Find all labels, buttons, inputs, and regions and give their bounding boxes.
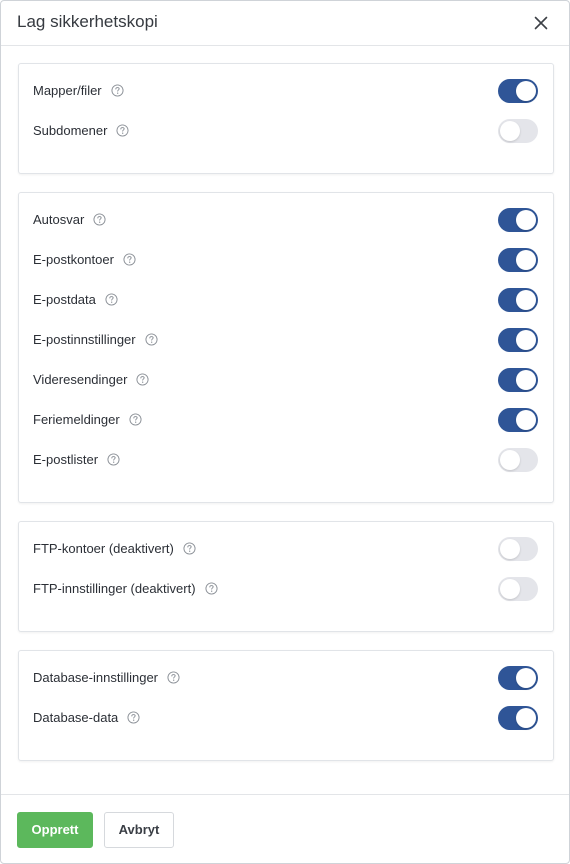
option-label-text: FTP-innstillinger (deaktivert) — [33, 581, 196, 596]
toggle-knob — [516, 250, 536, 270]
option-row: Videresendinger — [19, 366, 553, 394]
option-label-text: E-postinnstillinger — [33, 332, 136, 347]
option-label-text: Videresendinger — [33, 372, 128, 387]
option-row: Database-innstillinger — [19, 664, 553, 692]
option-label: Videresendinger — [33, 372, 149, 388]
option-label-text: Autosvar — [33, 212, 85, 227]
create-button[interactable]: Opprett — [17, 812, 93, 848]
option-row: FTP-innstillinger (deaktivert) — [19, 575, 553, 603]
help-icon[interactable] — [93, 213, 106, 226]
toggle-knob — [516, 81, 536, 101]
toggle-switch-on[interactable] — [498, 408, 538, 432]
toggle-switch-off[interactable] — [498, 448, 538, 472]
option-label-text: E-postlister — [33, 452, 99, 467]
option-row: Database-data — [19, 704, 553, 732]
option-label-text: Database-innstillinger — [33, 670, 159, 685]
dialog-header: Lag sikkerhetskopi — [1, 1, 569, 46]
option-label: Mapper/filer — [33, 83, 124, 99]
toggle-switch-off[interactable] — [498, 119, 538, 143]
help-icon[interactable] — [111, 84, 124, 97]
toggle-switch-on[interactable] — [498, 706, 538, 730]
toggle-switch-on[interactable] — [498, 79, 538, 103]
close-button[interactable] — [529, 11, 553, 35]
option-row: Autosvar — [19, 206, 553, 234]
option-label: E-postdata — [33, 292, 118, 308]
help-icon[interactable] — [116, 124, 129, 137]
toggle-knob — [516, 210, 536, 230]
help-icon[interactable] — [136, 373, 149, 386]
toggle-knob — [500, 579, 520, 599]
option-group: Autosvar E-postkontoer E-postdata E-postinn… — [18, 192, 554, 503]
option-label: Feriemeldinger — [33, 412, 142, 428]
help-icon[interactable] — [205, 582, 218, 595]
option-row: E-postinnstillinger — [19, 326, 553, 354]
option-label-text: Mapper/filer — [33, 83, 102, 98]
toggle-knob — [516, 370, 536, 390]
toggle-knob — [516, 668, 536, 688]
help-icon[interactable] — [105, 293, 118, 306]
option-row: Subdomener — [19, 117, 553, 145]
option-label: Database-data — [33, 710, 140, 726]
toggle-switch-on[interactable] — [498, 368, 538, 392]
dialog-title: Lag sikkerhetskopi — [17, 12, 158, 31]
option-label: FTP-innstillinger (deaktivert) — [33, 581, 218, 597]
option-label: E-postkontoer — [33, 252, 136, 268]
toggle-knob — [500, 121, 520, 141]
close-icon — [534, 16, 548, 30]
option-label-text: FTP-kontoer (deaktivert) — [33, 541, 174, 556]
option-label: FTP-kontoer (deaktivert) — [33, 541, 196, 557]
help-icon[interactable] — [129, 413, 142, 426]
option-label: Database-innstillinger — [33, 670, 180, 686]
toggle-switch-on[interactable] — [498, 208, 538, 232]
help-icon[interactable] — [167, 671, 180, 684]
cancel-button[interactable]: Avbryt — [104, 812, 174, 848]
toggle-knob — [516, 330, 536, 350]
option-label: Autosvar — [33, 212, 106, 228]
toggle-switch-off[interactable] — [498, 577, 538, 601]
help-icon[interactable] — [183, 542, 196, 555]
option-group: Mapper/filer Subdomener — [18, 63, 554, 174]
toggle-switch-off[interactable] — [498, 537, 538, 561]
option-row: Mapper/filer — [19, 77, 553, 105]
toggle-knob — [516, 290, 536, 310]
option-label-text: Database-data — [33, 710, 119, 725]
option-label: E-postinnstillinger — [33, 332, 158, 348]
toggle-knob — [516, 410, 536, 430]
toggle-switch-on[interactable] — [498, 666, 538, 690]
toggle-switch-on[interactable] — [498, 248, 538, 272]
option-group: FTP-kontoer (deaktivert) FTP-innstillinge… — [18, 521, 554, 632]
option-label-text: E-postdata — [33, 292, 96, 307]
option-group: Database-innstillinger Database-data — [18, 650, 554, 761]
option-label-text: E-postkontoer — [33, 252, 114, 267]
toggle-knob — [516, 708, 536, 728]
option-label-text: Subdomener — [33, 123, 108, 138]
toggle-switch-on[interactable] — [498, 288, 538, 312]
option-row: E-postlister — [19, 446, 553, 474]
dialog-footer: Opprett Avbryt — [1, 794, 569, 863]
help-icon[interactable] — [145, 333, 158, 346]
option-label: Subdomener — [33, 123, 129, 139]
option-row: FTP-kontoer (deaktivert) — [19, 535, 553, 563]
toggle-switch-on[interactable] — [498, 328, 538, 352]
option-label: E-postlister — [33, 452, 120, 468]
option-row: E-postdata — [19, 286, 553, 314]
help-icon[interactable] — [107, 453, 120, 466]
toggle-knob — [500, 450, 520, 470]
toggle-knob — [500, 539, 520, 559]
option-row: E-postkontoer — [19, 246, 553, 274]
help-icon[interactable] — [127, 711, 140, 724]
help-icon[interactable] — [123, 253, 136, 266]
option-row: Feriemeldinger — [19, 406, 553, 434]
backup-dialog: Lag sikkerhetskopi Mapper/filer Subdomene… — [0, 0, 570, 864]
option-label-text: Feriemeldinger — [33, 412, 120, 427]
